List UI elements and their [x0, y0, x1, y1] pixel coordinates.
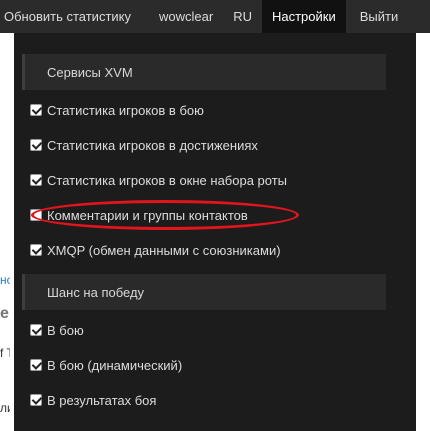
top-navbar: Обновить статистику wowclear RU Настройк…	[0, 0, 430, 33]
option-achievements-stats[interactable]: Статистика игроков в достижениях	[30, 135, 258, 155]
option-label: XMQP (обмен данными с союзниками)	[47, 242, 281, 258]
option-xmqp[interactable]: XMQP (обмен данными с союзниками)	[30, 240, 281, 260]
option-company-stats[interactable]: Статистика игроков в окне набора роты	[30, 170, 287, 190]
option-label: Статистика игроков в окне набора роты	[47, 172, 288, 188]
refresh-stats-link[interactable]: Обновить статистику	[0, 0, 149, 33]
checkbox[interactable]	[30, 209, 42, 221]
page-fragment: ер	[0, 305, 10, 322]
section-header-win-chance: Шанс на победу	[22, 274, 386, 310]
page-background-right	[416, 33, 430, 431]
checkbox[interactable]	[30, 394, 42, 406]
option-label: В бою	[47, 322, 84, 338]
option-battle-stats[interactable]: Статистика игроков в бою	[30, 100, 204, 120]
checkbox[interactable]	[30, 174, 42, 186]
section-header-xvm-services: Сервисы XVM	[22, 54, 386, 90]
option-label: Статистика игроков в бою	[47, 102, 204, 118]
logout-link[interactable]: Выйти	[346, 0, 413, 33]
option-label: В бою (динамический)	[47, 357, 183, 373]
page-fragment: но	[0, 273, 10, 287]
option-label: В результатах боя	[47, 392, 157, 408]
checkbox[interactable]	[30, 139, 42, 151]
checkbox[interactable]	[30, 324, 42, 336]
option-win-chance-battle[interactable]: В бою	[30, 320, 84, 340]
checkbox[interactable]	[30, 104, 42, 116]
checkbox[interactable]	[30, 359, 42, 371]
option-win-chance-results[interactable]: В результатах боя	[30, 390, 156, 410]
option-label: Статистика игроков в достижениях	[47, 137, 258, 153]
option-label: Комментарии и группы контактов	[47, 207, 248, 223]
page-fragment: f T	[0, 346, 10, 360]
settings-menu-toggle[interactable]: Настройки	[261, 0, 346, 33]
page-fragment: ли	[0, 401, 10, 415]
checkbox[interactable]	[30, 244, 42, 256]
option-win-chance-dynamic[interactable]: В бою (динамический)	[30, 355, 182, 375]
page-background-left: но ер f T ли	[0, 33, 15, 431]
option-comments-contacts[interactable]: Комментарии и группы контактов	[30, 205, 248, 225]
username-link[interactable]: wowclear	[149, 0, 223, 33]
language-link[interactable]: RU	[223, 0, 262, 33]
